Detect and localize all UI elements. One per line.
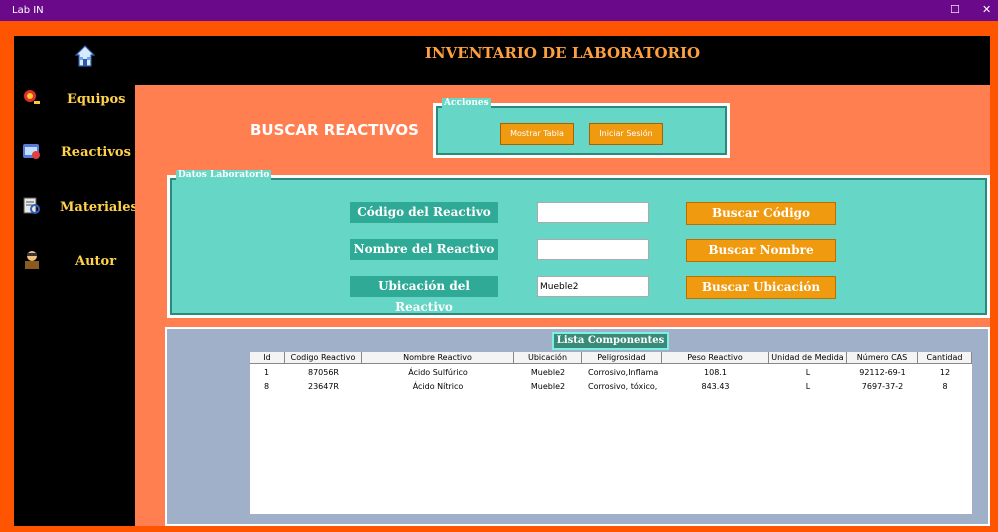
cell-id: 8: [264, 382, 270, 391]
page-header-title: INVENTARIO DE LABORATORIO: [424, 44, 701, 62]
column-header-cas[interactable]: Número CAS: [847, 352, 918, 364]
column-header-peligrosidad[interactable]: Peligrosidad: [582, 352, 662, 364]
cell-id: 1: [264, 368, 270, 377]
ubicacion-label: Ubicación del Reactivo: [350, 276, 498, 314]
cell-nombre: Ácido Nítrico: [412, 382, 464, 391]
column-header-peso[interactable]: Peso Reactivo: [662, 352, 769, 364]
cell-ubicacion: Mueble2: [530, 382, 566, 391]
page-title: BUSCAR REACTIVOS: [250, 121, 419, 139]
cell-codigo: 23647R: [307, 382, 339, 391]
nombre-label: Nombre del Reactivo: [350, 239, 498, 260]
column-header-id[interactable]: Id: [250, 352, 285, 364]
iniciar-sesion-button[interactable]: Iniciar Sesión: [589, 123, 663, 145]
cell-peligrosidad: Corrosivo, tóxico,: [588, 382, 658, 391]
header-bar: INVENTARIO DE LABORATORIO: [135, 36, 990, 85]
codigo-input[interactable]: [537, 202, 649, 223]
home-icon[interactable]: [75, 45, 95, 67]
mostrar-tabla-button[interactable]: Mostrar Tabla: [500, 123, 574, 145]
sidebar-item-label: Equipos: [67, 92, 126, 107]
cell-cas: 92112-69-1: [859, 368, 906, 377]
sidebar-item-materiales[interactable]: Materiales: [22, 196, 138, 222]
column-header-cantidad[interactable]: Cantidad: [918, 352, 972, 364]
cell-unidad: L: [805, 382, 811, 391]
cell-nombre: Ácido Sulfúrico: [408, 368, 468, 377]
sidebar-item-reactivos[interactable]: Reactivos: [22, 141, 132, 167]
materials-icon: [23, 197, 40, 214]
window-titlebar: Lab IN ☐ ✕: [0, 0, 998, 21]
cell-cantidad: 12: [939, 368, 951, 377]
microscope-icon: [24, 90, 40, 104]
cell-ubicacion: Mueble2: [530, 368, 566, 377]
close-icon[interactable]: ✕: [982, 3, 991, 16]
column-header-codigo[interactable]: Codigo Reactivo: [285, 352, 362, 364]
ubicacion-input[interactable]: [537, 276, 649, 297]
buscar-codigo-button[interactable]: Buscar Código: [686, 202, 836, 225]
cell-peso: 108.1: [704, 368, 727, 377]
chemistry-icon: [23, 144, 40, 159]
sidebar-item-label: Reactivos: [61, 145, 131, 160]
author-icon: [25, 251, 39, 269]
sidebar-item-equipos[interactable]: Equipos: [22, 88, 132, 114]
column-header-nombre[interactable]: Nombre Reactivo: [362, 352, 514, 364]
buscar-nombre-button[interactable]: Buscar Nombre: [686, 239, 836, 262]
sidebar-item-label: Materiales: [60, 200, 138, 215]
cell-peso: 843.43: [701, 382, 730, 391]
table-row[interactable]: 8 23647R Ácido Nítrico Mueble2 Corrosivo…: [250, 380, 972, 393]
cell-cas: 7697-37-2: [861, 382, 904, 391]
buscar-ubicacion-button[interactable]: Buscar Ubicación: [686, 276, 836, 299]
window-title: Lab IN: [12, 5, 44, 16]
sidebar-item-label: Autor: [75, 254, 117, 269]
acciones-group-title: Acciones: [442, 98, 491, 108]
componentes-table[interactable]: Id Codigo Reactivo Nombre Reactivo Ubica…: [250, 352, 972, 514]
table-header: Id Codigo Reactivo Nombre Reactivo Ubica…: [250, 352, 972, 365]
column-header-ubicacion[interactable]: Ubicación: [514, 352, 582, 364]
cell-cantidad: 8: [942, 382, 948, 391]
datos-group-title: Datos Laboratorio: [176, 170, 272, 180]
cell-codigo: 87056R: [307, 368, 339, 377]
codigo-label: Código del Reactivo: [350, 202, 498, 223]
cell-peligrosidad: Corrosivo,Inflama: [588, 368, 659, 377]
nombre-input[interactable]: [537, 239, 649, 260]
acciones-group: Acciones: [433, 98, 730, 158]
maximize-icon[interactable]: ☐: [950, 3, 960, 16]
column-header-unidad[interactable]: Unidad de Medida: [769, 352, 847, 364]
lista-componentes-title: Lista Componentes: [552, 332, 669, 350]
cell-unidad: L: [805, 368, 811, 377]
sidebar-item-autor[interactable]: Autor: [22, 250, 132, 276]
table-row[interactable]: 1 87056R Ácido Sulfúrico Mueble2 Corrosi…: [250, 366, 972, 379]
